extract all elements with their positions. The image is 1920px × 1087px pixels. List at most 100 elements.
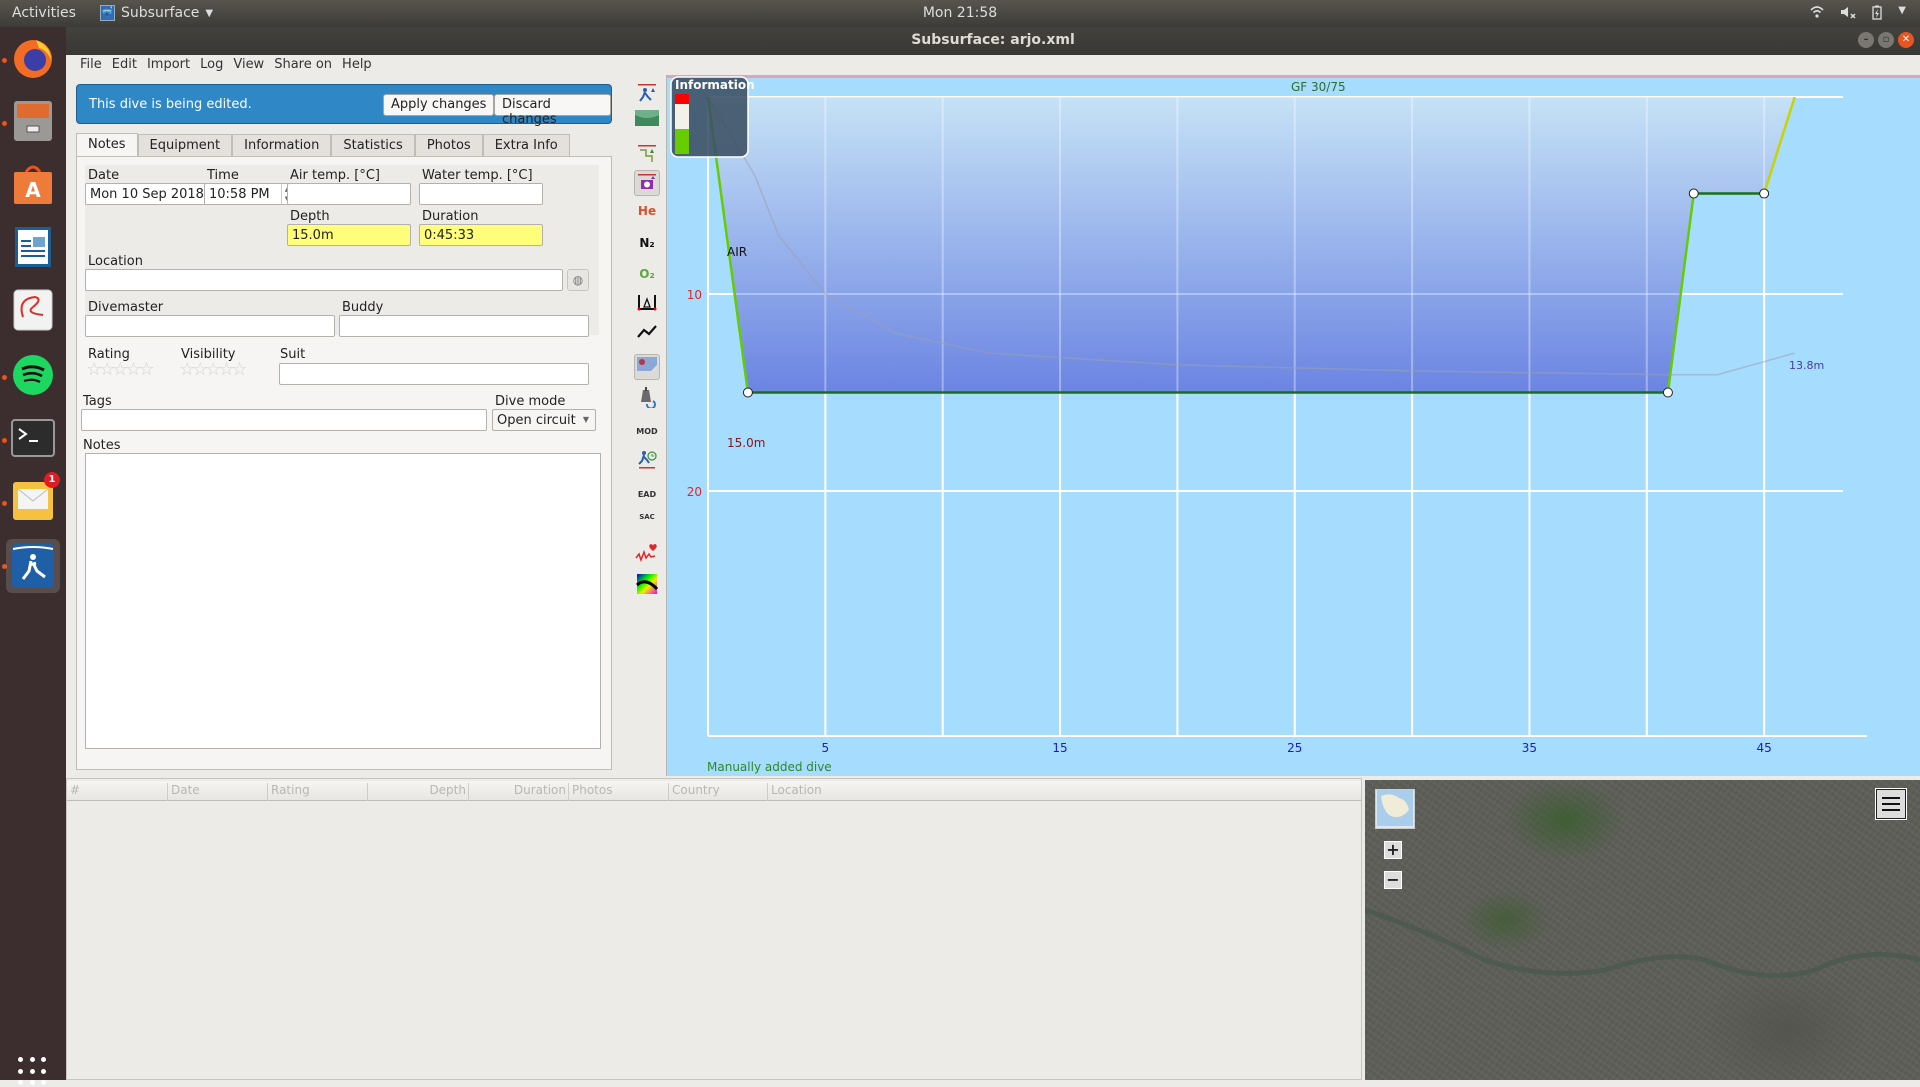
show-applications-button[interactable] [18,1057,48,1087]
y-axis-ticks: 10 20 [687,288,702,499]
time-label: Time [207,168,239,183]
date-field[interactable]: Mon 10 Sep 2018 ▼ [85,183,223,205]
tab-information[interactable]: Information [232,134,332,157]
x-tick-label: 5 [822,741,830,755]
column-location[interactable]: Location [768,783,1362,801]
column-number[interactable]: # [67,783,168,801]
dock-mail[interactable]: 1 [8,472,60,526]
divemaster-field[interactable] [85,315,335,337]
time-field[interactable]: 10:58 PM ▲▼ [204,183,294,205]
depth-field[interactable]: 15.0m [287,224,411,246]
tab-notes[interactable]: Notes [76,133,138,158]
dock-writer[interactable] [8,222,58,272]
map-zoom-out-button[interactable]: − [1384,871,1402,889]
grid-dot [18,1080,23,1086]
tab-equipment[interactable]: Equipment [137,134,233,157]
menu-share-on[interactable]: Share on [270,55,338,75]
ead-icon[interactable]: EAD [634,480,660,506]
geo-location-button[interactable]: ◍ [567,269,589,291]
map-menu-button[interactable] [1875,788,1907,820]
map-overview-button[interactable] [1375,789,1415,829]
dive-site-map[interactable]: + − [1365,780,1920,1080]
map-zoom-in-button[interactable]: + [1384,841,1402,859]
ceiling-tissue-icon[interactable] [634,170,660,196]
sac-icon[interactable]: SAC [634,511,660,537]
depth-area [708,97,1795,393]
dock-terminal[interactable] [8,413,58,463]
profile-handle[interactable] [742,387,753,398]
dive-mode-select[interactable]: Open circuit ▼ [492,409,596,431]
ndl-tts-icon[interactable] [634,448,660,474]
system-tray[interactable]: ▼ [1810,5,1906,24]
notes-tab-pane: Date Mon 10 Sep 2018 ▼ Time 10:58 PM ▲▼ … [76,156,612,770]
top-border-line [667,75,1920,78]
close-button[interactable]: ✕ [1898,32,1914,48]
tags-field[interactable] [81,409,487,431]
information-box[interactable]: Information [670,76,755,158]
depth-label: Depth [290,209,330,224]
column-photos[interactable]: Photos [569,783,669,801]
dock-files[interactable] [8,96,58,146]
europe-overview-map-icon [1377,790,1413,826]
air-temp-field[interactable] [287,183,411,205]
suit-field[interactable] [279,363,589,385]
column-depth[interactable]: Depth [368,783,469,801]
activities-button[interactable]: Activities [12,5,76,21]
rebreather-icon[interactable] [634,386,660,412]
x-tick-label: 45 [1757,741,1772,755]
dive-profile-chart[interactable]: 5 15 25 35 45 10 20 GF 30/75 AIR 15.0m 13.8m … [666,75,1920,776]
heart-rate-icon[interactable] [634,542,660,568]
duration-field[interactable]: 0:45:33 [419,224,543,246]
dock-spotify[interactable] [8,350,58,400]
clock[interactable]: Mon 21:58 [923,5,997,21]
apply-changes-button[interactable]: Apply changes [383,94,495,116]
minimize-button[interactable]: – [1858,32,1874,48]
discard-changes-button[interactable]: Discard changes [494,94,611,127]
app-menu[interactable]: 🤿 Subsurface ▼ [100,5,213,21]
ruler-icon[interactable] [634,293,660,319]
rating-stars[interactable]: ☆☆☆☆☆ [86,359,155,380]
ascent-rate-icon[interactable] [634,82,660,108]
column-rating[interactable]: Rating [268,783,368,801]
tab-photos[interactable]: Photos [414,134,483,157]
tab-extra-info[interactable]: Extra Info [482,134,570,157]
show-photos-icon[interactable] [634,354,660,380]
menu-help[interactable]: Help [338,55,378,75]
tab-statistics[interactable]: Statistics [331,134,415,157]
volume-muted-icon [1840,5,1856,24]
map-river [1365,907,1920,979]
grid-dot [29,1057,35,1062]
scale-graph-icon[interactable] [634,324,660,350]
profile-handle[interactable] [1688,188,1699,199]
dock-document-viewer[interactable] [8,285,58,335]
deco-stop-icon[interactable] [634,142,660,168]
column-duration[interactable]: Duration [469,783,569,801]
dock-software[interactable]: A [8,159,58,209]
dock-subsurface[interactable] [6,539,60,593]
nitrogen-pp-icon[interactable]: N₂ [634,231,660,257]
tissue-heatmap-icon[interactable] [634,573,660,599]
profile-handle[interactable] [1662,387,1673,398]
buddy-field[interactable] [339,315,589,337]
menu-file[interactable]: File [76,55,108,75]
dock-firefox[interactable] [8,33,58,83]
water-temp-field[interactable] [419,183,543,205]
calculated-ceiling-icon[interactable] [634,109,660,135]
menu-view[interactable]: View [229,55,270,75]
menu-log[interactable]: Log [196,55,229,75]
notes-textarea[interactable] [85,453,601,749]
profile-handle[interactable] [1759,188,1770,199]
menu-edit[interactable]: Edit [108,55,143,75]
location-field[interactable] [85,269,563,291]
window-title-bar[interactable]: Subsurface: arjo.xml – ▫ ✕ [66,27,1920,55]
maximize-button[interactable]: ▫ [1878,32,1894,48]
globe-icon: ◍ [572,273,584,287]
column-date[interactable]: Date [168,783,268,801]
helium-pp-icon[interactable]: He [634,199,660,225]
dive-list[interactable]: # Date Rating Depth Duration Photos Coun… [66,778,1362,1080]
mod-icon[interactable]: MOD [634,417,660,443]
visibility-stars[interactable]: ☆☆☆☆☆ [179,359,248,380]
column-country[interactable]: Country [669,783,768,801]
oxygen-pp-icon[interactable]: O₂ [634,262,660,288]
menu-import[interactable]: Import [143,55,196,75]
